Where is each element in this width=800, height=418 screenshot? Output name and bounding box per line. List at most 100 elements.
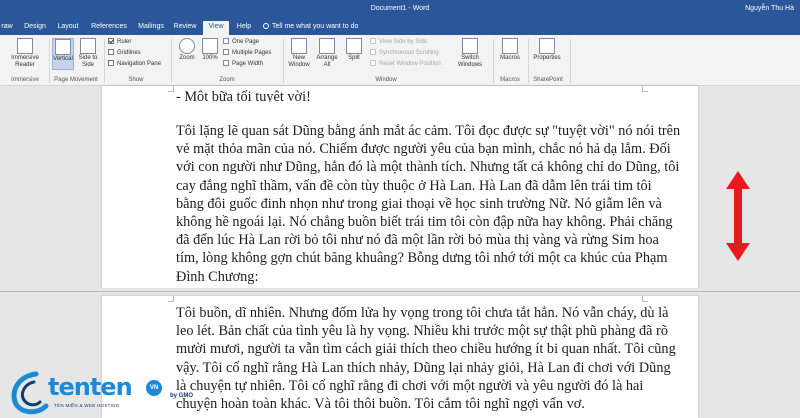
- group-show-label: Show: [128, 77, 144, 83]
- immersive-reader-label: Immersive Reader: [11, 55, 39, 68]
- logo-by-gmo: by GMO: [170, 393, 194, 399]
- multiple-pages-icon: [223, 49, 229, 55]
- immersive-reader-icon: [17, 38, 33, 54]
- properties-label: Properties: [533, 55, 561, 61]
- view-side-by-side-button[interactable]: View Side by Side: [370, 38, 427, 47]
- navigation-pane-label: Navigation Pane: [117, 61, 162, 67]
- vertical-label: Vertical: [53, 56, 73, 62]
- properties-button[interactable]: Properties: [531, 38, 563, 62]
- side-to-side-icon: [80, 38, 96, 54]
- zoom-100-button[interactable]: 100%: [200, 38, 220, 62]
- ribbon-separator: [570, 39, 571, 83]
- new-window-button[interactable]: New Window: [286, 38, 312, 69]
- macros-label: Macros: [500, 55, 520, 61]
- logo-tagline: TÊN MIỀN & WEB HOSTING: [54, 403, 120, 408]
- multiple-pages-button[interactable]: Multiple Pages: [223, 49, 271, 58]
- tab-draw[interactable]: raw: [0, 21, 14, 35]
- group-macros-label: Macros: [500, 77, 520, 83]
- ribbon-view: Immersive Reader Immersive Vertical Side…: [0, 35, 800, 86]
- tab-design[interactable]: Design: [20, 21, 50, 35]
- red-double-arrow-icon: [726, 171, 750, 261]
- split-label: Split: [348, 55, 360, 61]
- margin-corner-marker: [168, 296, 174, 302]
- group-zoom-label: Zoom: [219, 77, 235, 83]
- zoom-100-label: 100%: [202, 55, 218, 61]
- view-side-by-side-label: View Side by Side: [379, 39, 428, 45]
- synchronous-scrolling-label: Synchronous Scrolling: [379, 50, 439, 56]
- ribbon-separator: [283, 39, 284, 83]
- macros-icon: [502, 38, 518, 54]
- tell-me-box[interactable]: Tell me what you want to do: [263, 23, 358, 30]
- logo-wordmark: tenten: [48, 373, 133, 401]
- switch-windows-button[interactable]: Switch Windows: [454, 38, 486, 69]
- gridlines-check-icon: [108, 49, 114, 55]
- zoom-100-icon: [202, 38, 218, 54]
- reset-window-position-button[interactable]: Reset Window Position: [370, 60, 441, 69]
- navigation-pane-check-icon: [108, 60, 114, 66]
- document-paragraph[interactable]: Tôi lặng lẽ quan sát Dũng bằng ánh mắt á…: [176, 122, 681, 286]
- ruler-check-icon: [108, 38, 114, 44]
- macros-button[interactable]: Macros: [497, 38, 523, 62]
- document-paragraph[interactable]: Tôi buồn, dĩ nhiên. Nhưng đốm lửa hy vọn…: [176, 304, 681, 413]
- vertical-button[interactable]: Vertical: [52, 38, 74, 70]
- page-width-button[interactable]: Page Width: [223, 60, 263, 69]
- synchronous-scrolling-button[interactable]: Synchronous Scrolling: [370, 49, 439, 58]
- page-break-line: [0, 291, 800, 292]
- switch-windows-label: Switch Windows: [457, 55, 483, 68]
- zoom-label: Zoom: [179, 55, 195, 61]
- zoom-button[interactable]: Zoom: [176, 38, 198, 62]
- page-width-icon: [223, 60, 229, 66]
- tab-layout[interactable]: Layout: [54, 21, 82, 35]
- page-break-gap: [0, 288, 800, 296]
- ribbon-separator: [171, 39, 172, 83]
- document-title: Document1 - Word: [370, 5, 430, 12]
- ribbon-separator: [104, 39, 105, 83]
- ribbon-separator: [493, 39, 494, 83]
- group-sharepoint-label: SharePoint: [533, 77, 563, 83]
- group-window-label: Window: [375, 77, 397, 83]
- vertical-icon: [55, 39, 71, 55]
- group-immersive-label: Immersive: [11, 77, 39, 83]
- gridlines-checkbox[interactable]: Gridlines: [108, 49, 141, 58]
- document-line[interactable]: - Một bữa tối tuyệt vời!: [176, 88, 681, 102]
- tell-me-text: Tell me what you want to do: [272, 23, 359, 30]
- properties-icon: [539, 38, 555, 54]
- new-window-icon: [291, 38, 307, 54]
- ruler-label: Ruler: [117, 39, 132, 45]
- new-window-label: New Window: [288, 55, 310, 68]
- side-to-side-label: Side to Side: [78, 55, 98, 68]
- arrange-all-label: Arrange All: [316, 55, 338, 68]
- group-page-movement-label: Page Movement: [54, 77, 98, 83]
- logo-vn-badge: VN: [146, 380, 162, 396]
- view-side-by-side-icon: [370, 38, 376, 44]
- side-to-side-button[interactable]: Side to Side: [76, 38, 100, 69]
- tab-help[interactable]: Help: [233, 21, 255, 35]
- ribbon-tabs: raw Design Layout References Mailings Re…: [0, 18, 800, 35]
- tab-references[interactable]: References: [88, 21, 130, 35]
- lightbulb-icon: [263, 23, 269, 29]
- one-page-label: One Page: [232, 39, 260, 45]
- navigation-pane-checkbox[interactable]: Navigation Pane: [108, 60, 161, 69]
- split-button[interactable]: Split: [342, 38, 366, 62]
- ruler-checkbox[interactable]: Ruler: [108, 38, 131, 47]
- one-page-icon: [223, 38, 229, 44]
- immersive-reader-button[interactable]: Immersive Reader: [6, 38, 44, 69]
- margin-corner-marker: [642, 296, 648, 302]
- switch-windows-icon: [462, 38, 478, 54]
- tab-review[interactable]: Review: [172, 21, 198, 35]
- reset-window-position-icon: [370, 60, 376, 66]
- tab-mailings[interactable]: Mailings: [134, 21, 168, 35]
- tab-view[interactable]: View: [203, 21, 229, 35]
- user-name[interactable]: Nguyễn Thu Hà: [745, 5, 794, 12]
- arrange-all-icon: [319, 38, 335, 54]
- synchronous-scrolling-icon: [370, 49, 376, 55]
- title-bar: Document1 - Word Nguyễn Thu Hà: [0, 0, 800, 18]
- arrange-all-button[interactable]: Arrange All: [314, 38, 340, 69]
- split-icon: [346, 38, 362, 54]
- zoom-icon: [179, 38, 195, 54]
- gridlines-label: Gridlines: [117, 50, 141, 56]
- multiple-pages-label: Multiple Pages: [232, 50, 272, 56]
- reset-window-position-label: Reset Window Position: [379, 61, 441, 67]
- one-page-button[interactable]: One Page: [223, 38, 259, 47]
- page-width-label: Page Width: [232, 61, 264, 67]
